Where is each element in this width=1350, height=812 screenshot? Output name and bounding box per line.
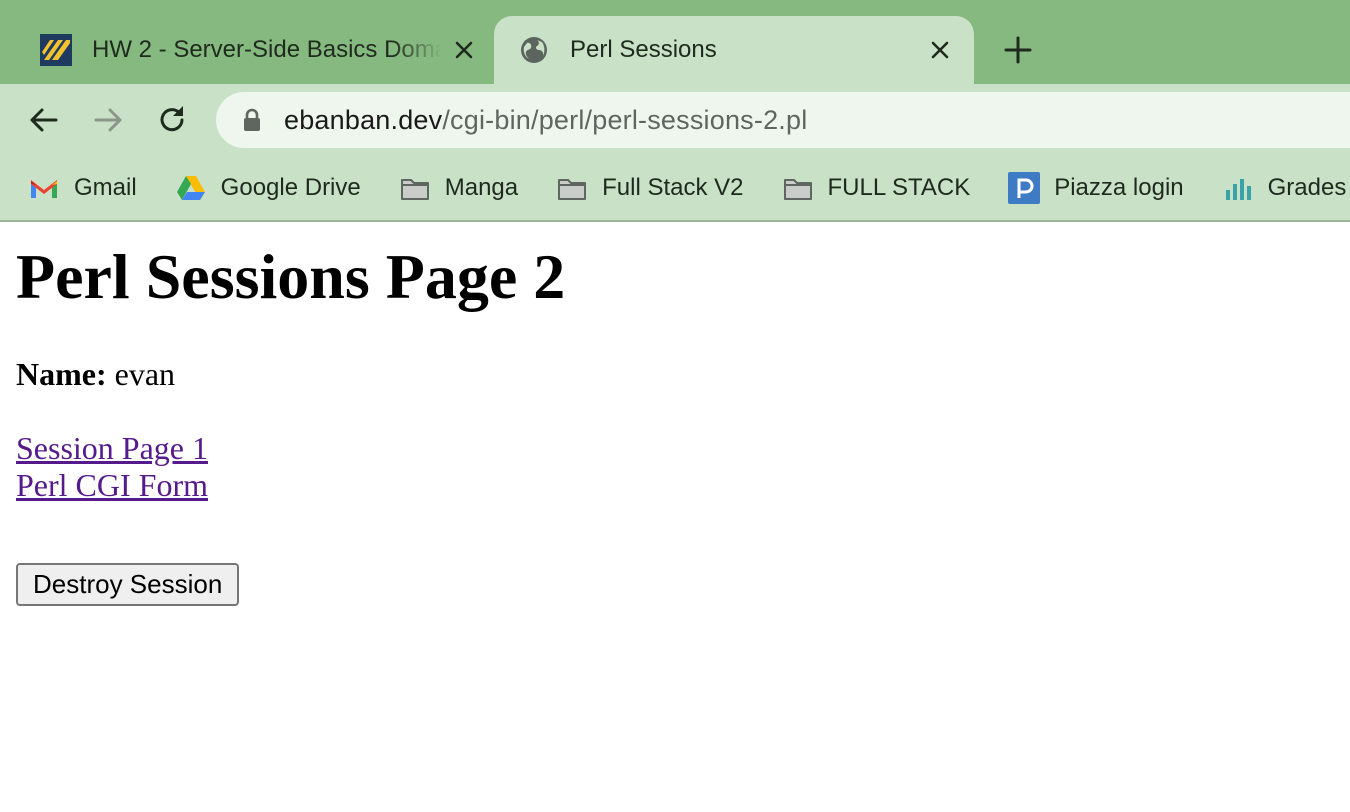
bookmark-grades[interactable]: Grades — [1222, 172, 1347, 204]
bookmark-label: Google Drive — [220, 174, 361, 201]
new-tab-plus-icon[interactable] — [1002, 34, 1034, 66]
perl-cgi-form-link[interactable]: Perl CGI Form — [16, 467, 208, 504]
url-path: /cgi-bin/perl/perl-sessions-2.pl — [442, 104, 808, 135]
folder-icon — [783, 179, 812, 200]
forward-arrow-icon[interactable] — [90, 102, 126, 138]
folder-icon — [400, 179, 429, 200]
session-page-1-link[interactable]: Session Page 1 — [16, 430, 208, 467]
bar-chart-icon — [1225, 179, 1251, 200]
bookmark-google-drive[interactable]: Google Drive — [175, 172, 361, 204]
reload-icon[interactable] — [154, 102, 190, 138]
bookmark-folder-full-stack[interactable]: FULL STACK — [782, 172, 971, 204]
close-tab-icon[interactable] — [452, 38, 476, 62]
bookmarks-bar: Gmail Google Drive Manga Full Stack V2 F… — [0, 156, 1350, 222]
name-line: Name: evan — [16, 356, 175, 393]
bookmark-label: Manga — [444, 174, 519, 201]
piazza-icon — [1008, 172, 1041, 204]
google-drive-icon — [176, 176, 205, 200]
back-arrow-icon[interactable] — [26, 102, 62, 138]
globe-icon — [521, 37, 547, 63]
tab-title: HW 2 - Server-Side Basics Domain — [92, 36, 442, 63]
url-text[interactable]: ebanban.dev/cgi-bin/perl/perl-sessions-2… — [284, 105, 807, 136]
bookmark-label: Full Stack V2 — [602, 174, 744, 201]
destroy-session-button[interactable]: Destroy Session — [16, 563, 240, 606]
bookmark-label: Grades — [1267, 174, 1347, 201]
page-title: Perl Sessions Page 2 — [16, 241, 566, 312]
bookmark-label: Piazza login — [1054, 174, 1184, 201]
bookmark-piazza[interactable]: Piazza login — [1008, 172, 1184, 204]
lock-icon[interactable] — [242, 108, 262, 132]
tab-strip: HW 2 - Server-Side Basics Domain Perl Se… — [0, 0, 1350, 84]
bookmark-folder-full-stack-v2[interactable]: Full Stack V2 — [556, 172, 744, 204]
stripes-favicon-icon — [40, 34, 72, 66]
url-host: ebanban.dev — [284, 104, 443, 135]
name-value: evan — [114, 356, 176, 392]
bookmark-gmail[interactable]: Gmail — [28, 172, 137, 204]
bookmark-label: Gmail — [74, 174, 137, 201]
tab-hw2[interactable]: HW 2 - Server-Side Basics Domain — [20, 16, 494, 84]
tab-title: Perl Sessions — [570, 36, 717, 63]
name-label: Name: — [16, 356, 107, 392]
bookmark-label: FULL STACK — [827, 174, 971, 201]
folder-icon — [558, 179, 587, 200]
close-tab-icon[interactable] — [928, 38, 952, 62]
gmail-icon — [31, 180, 57, 198]
address-bar[interactable]: ebanban.dev/cgi-bin/perl/perl-sessions-2… — [216, 92, 1350, 148]
tab-perl-sessions[interactable]: Perl Sessions — [494, 16, 974, 84]
bookmark-folder-manga[interactable]: Manga — [399, 172, 518, 204]
